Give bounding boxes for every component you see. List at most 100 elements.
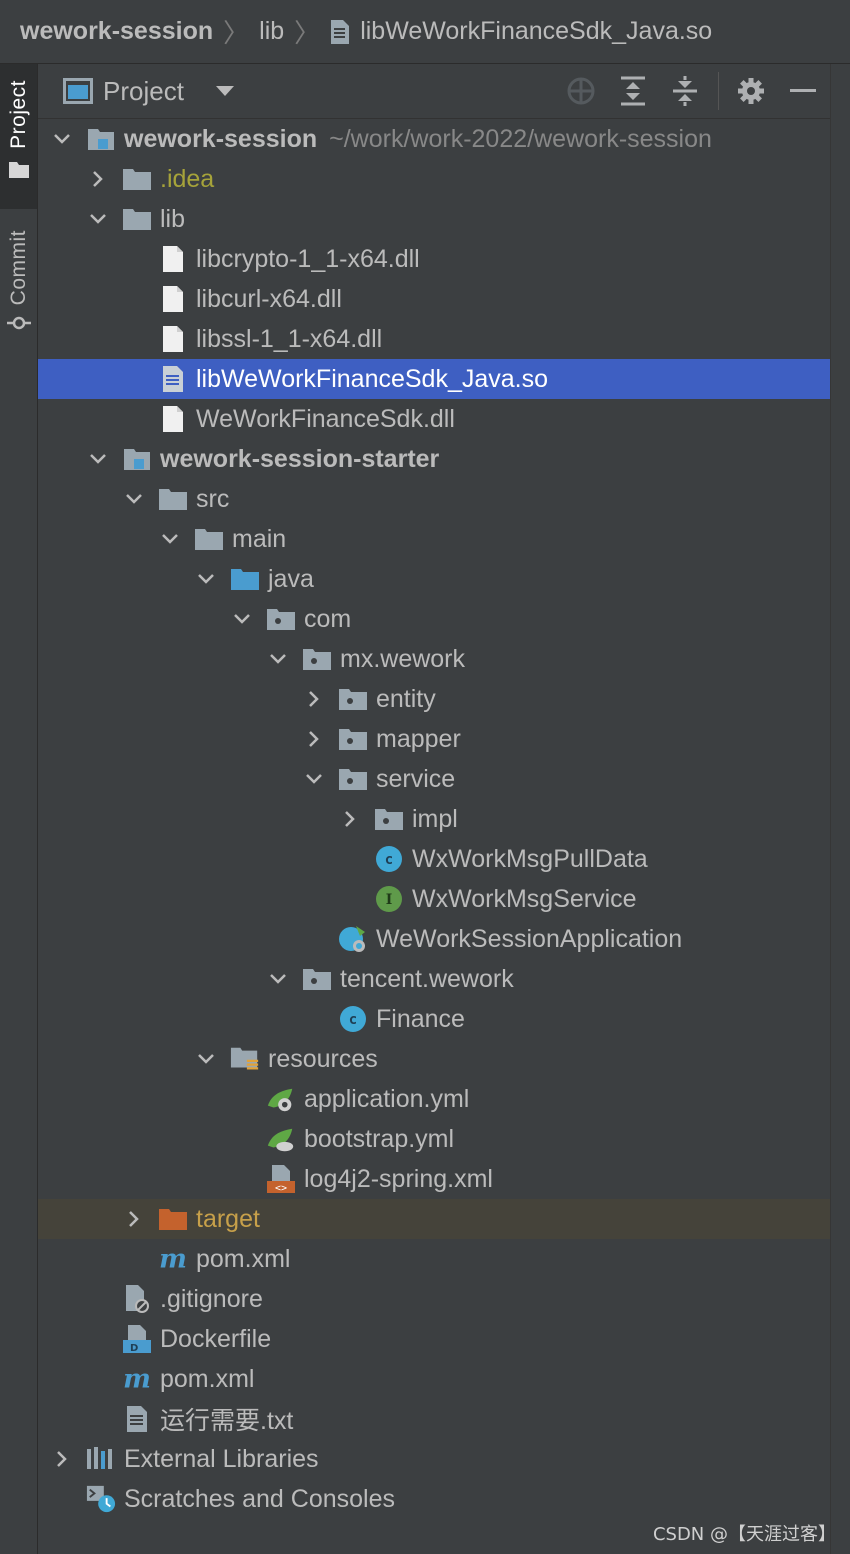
breadcrumb-file[interactable]: libWeWorkFinanceSdk_Java.so [360, 17, 712, 46]
package-icon [338, 724, 368, 754]
package-icon [302, 644, 332, 674]
watermark: CSDN @【天涯过客】 [652, 1524, 836, 1545]
tree-node-file[interactable]: libcrypto-1_1-x64.dll [38, 239, 830, 279]
chevron-right-icon[interactable] [304, 689, 324, 709]
chevron-down-icon[interactable] [160, 529, 180, 549]
breadcrumb-separator: 〉 [294, 18, 321, 48]
chevron-down-icon[interactable] [215, 86, 234, 96]
chevron-down-icon[interactable] [124, 489, 144, 509]
tree-node-label: libcrypto-1_1-x64.dll [196, 244, 420, 273]
tree-node-idea[interactable]: .idea [38, 159, 830, 199]
resources-folder-icon [230, 1044, 260, 1074]
tree-node-com[interactable]: com [38, 599, 830, 639]
tree-node-lib[interactable]: lib [38, 199, 830, 239]
tree-node-external-libraries[interactable]: External Libraries [38, 1439, 830, 1479]
tree-node-gitignore[interactable]: .gitignore [38, 1279, 830, 1319]
tree-node-yml[interactable]: bootstrap.yml [38, 1119, 830, 1159]
chevron-down-icon[interactable] [232, 609, 252, 629]
tree-node-label: lib [160, 204, 186, 233]
tab-project[interactable]: Project [0, 64, 37, 209]
svg-text:c: c [385, 852, 393, 868]
tree-scrollbar[interactable] [830, 64, 850, 1554]
tree-node-entity[interactable]: entity [38, 679, 830, 719]
tree-node-pom[interactable]: m pom.xml [38, 1359, 830, 1399]
package-icon [266, 604, 296, 634]
breadcrumb-project[interactable]: wework-session [20, 17, 213, 46]
chevron-down-icon[interactable] [52, 129, 72, 149]
breadcrumb-separator: 〉 [223, 18, 250, 48]
tree-node-label: WeWorkFinanceSdk.dll [196, 404, 455, 433]
tree-node-label: service [376, 764, 456, 793]
text-file-icon [122, 1404, 152, 1434]
tree-node-label: com [304, 604, 352, 633]
tree-node-class[interactable]: c WxWorkMsgPullData [38, 839, 830, 879]
chevron-down-icon[interactable] [268, 649, 288, 669]
tree-node-service[interactable]: service [38, 759, 830, 799]
tree-node-mx-wework[interactable]: mx.wework [38, 639, 830, 679]
tree-node-file[interactable]: libssl-1_1-x64.dll [38, 319, 830, 359]
tree-node-label: mapper [376, 724, 461, 753]
tree-node-scratches[interactable]: Scratches and Consoles [38, 1479, 830, 1519]
chevron-down-icon[interactable] [88, 209, 108, 229]
tree-node-mapper[interactable]: mapper [38, 719, 830, 759]
tree-node-file[interactable]: libcurl-x64.dll [38, 279, 830, 319]
chevron-right-icon[interactable] [304, 729, 324, 749]
tree-node-pom[interactable]: m pom.xml [38, 1239, 830, 1279]
gear-icon[interactable] [736, 76, 766, 106]
collapse-all-icon[interactable] [670, 76, 700, 106]
tree-node-label: bootstrap.yml [304, 1124, 455, 1153]
tree-node-interface[interactable]: I WxWorkMsgService [38, 879, 830, 919]
tree-node-src[interactable]: src [38, 479, 830, 519]
panel-title: Project [103, 75, 184, 106]
commit-icon [6, 315, 31, 336]
chevron-right-icon[interactable] [52, 1449, 72, 1469]
chevron-down-icon[interactable] [268, 969, 288, 989]
maven-icon: m [122, 1364, 152, 1394]
chevron-right-icon[interactable] [88, 169, 108, 189]
chevron-down-icon[interactable] [196, 569, 216, 589]
tree-node-yml[interactable]: application.yml [38, 1079, 830, 1119]
locate-icon[interactable] [566, 76, 596, 106]
breadcrumb-folder[interactable]: lib [259, 17, 284, 46]
tree-node-label: wework-session ~/work/work-2022/wework-se… [124, 124, 712, 153]
spring-cloud-config-icon [266, 1124, 296, 1154]
tree-node-spring-app[interactable]: WeWorkSessionApplication [38, 919, 830, 959]
file-icon [158, 324, 188, 354]
tree-node-dockerfile[interactable]: D Dockerfile [38, 1319, 830, 1359]
tree-node-txt[interactable]: 运行需要.txt [38, 1399, 830, 1439]
tree-node-java[interactable]: java [38, 559, 830, 599]
chevron-down-icon[interactable] [304, 769, 324, 789]
tree-node-root-module[interactable]: wework-session ~/work/work-2022/wework-se… [38, 119, 830, 159]
svg-text:m: m [123, 1366, 151, 1392]
tree-node-label: Scratches and Consoles [124, 1484, 395, 1513]
library-icon [86, 1444, 116, 1474]
chevron-right-icon[interactable] [124, 1209, 144, 1229]
svg-text:I: I [386, 892, 393, 908]
tree-node-starter-module[interactable]: wework-session-starter [38, 439, 830, 479]
minimize-icon[interactable] [788, 76, 818, 106]
tree-node-impl[interactable]: impl [38, 799, 830, 839]
chevron-right-icon[interactable] [340, 809, 360, 829]
text-file-icon [158, 364, 188, 394]
tree-node-tencent-wework[interactable]: tencent.wework [38, 959, 830, 999]
tree-node-label: pom.xml [196, 1244, 291, 1273]
tree-node-label: entity [376, 684, 436, 713]
tree-node-label: resources [268, 1044, 378, 1073]
maven-icon: m [158, 1244, 188, 1274]
project-tree: wework-session ~/work/work-2022/wework-se… [38, 119, 830, 1519]
xml-file-icon: <> [266, 1164, 296, 1194]
tree-node-main[interactable]: main [38, 519, 830, 559]
tree-node-resources[interactable]: resources [38, 1039, 830, 1079]
chevron-down-icon[interactable] [88, 449, 108, 469]
chevron-down-icon[interactable] [196, 1049, 216, 1069]
tree-node-label: src [196, 484, 230, 513]
tree-node-file[interactable]: WeWorkFinanceSdk.dll [38, 399, 830, 439]
tree-node-file-selected[interactable]: libWeWorkFinanceSdk_Java.so [38, 359, 830, 399]
tree-node-target[interactable]: target [38, 1199, 830, 1239]
tree-node-xml[interactable]: <> log4j2-spring.xml [38, 1159, 830, 1199]
tab-commit[interactable]: Commit [0, 224, 37, 354]
expand-all-icon[interactable] [618, 76, 648, 106]
tree-node-class[interactable]: c Finance [38, 999, 830, 1039]
tree-node-label: libcurl-x64.dll [196, 284, 342, 313]
tree-node-label: .idea [160, 164, 215, 193]
